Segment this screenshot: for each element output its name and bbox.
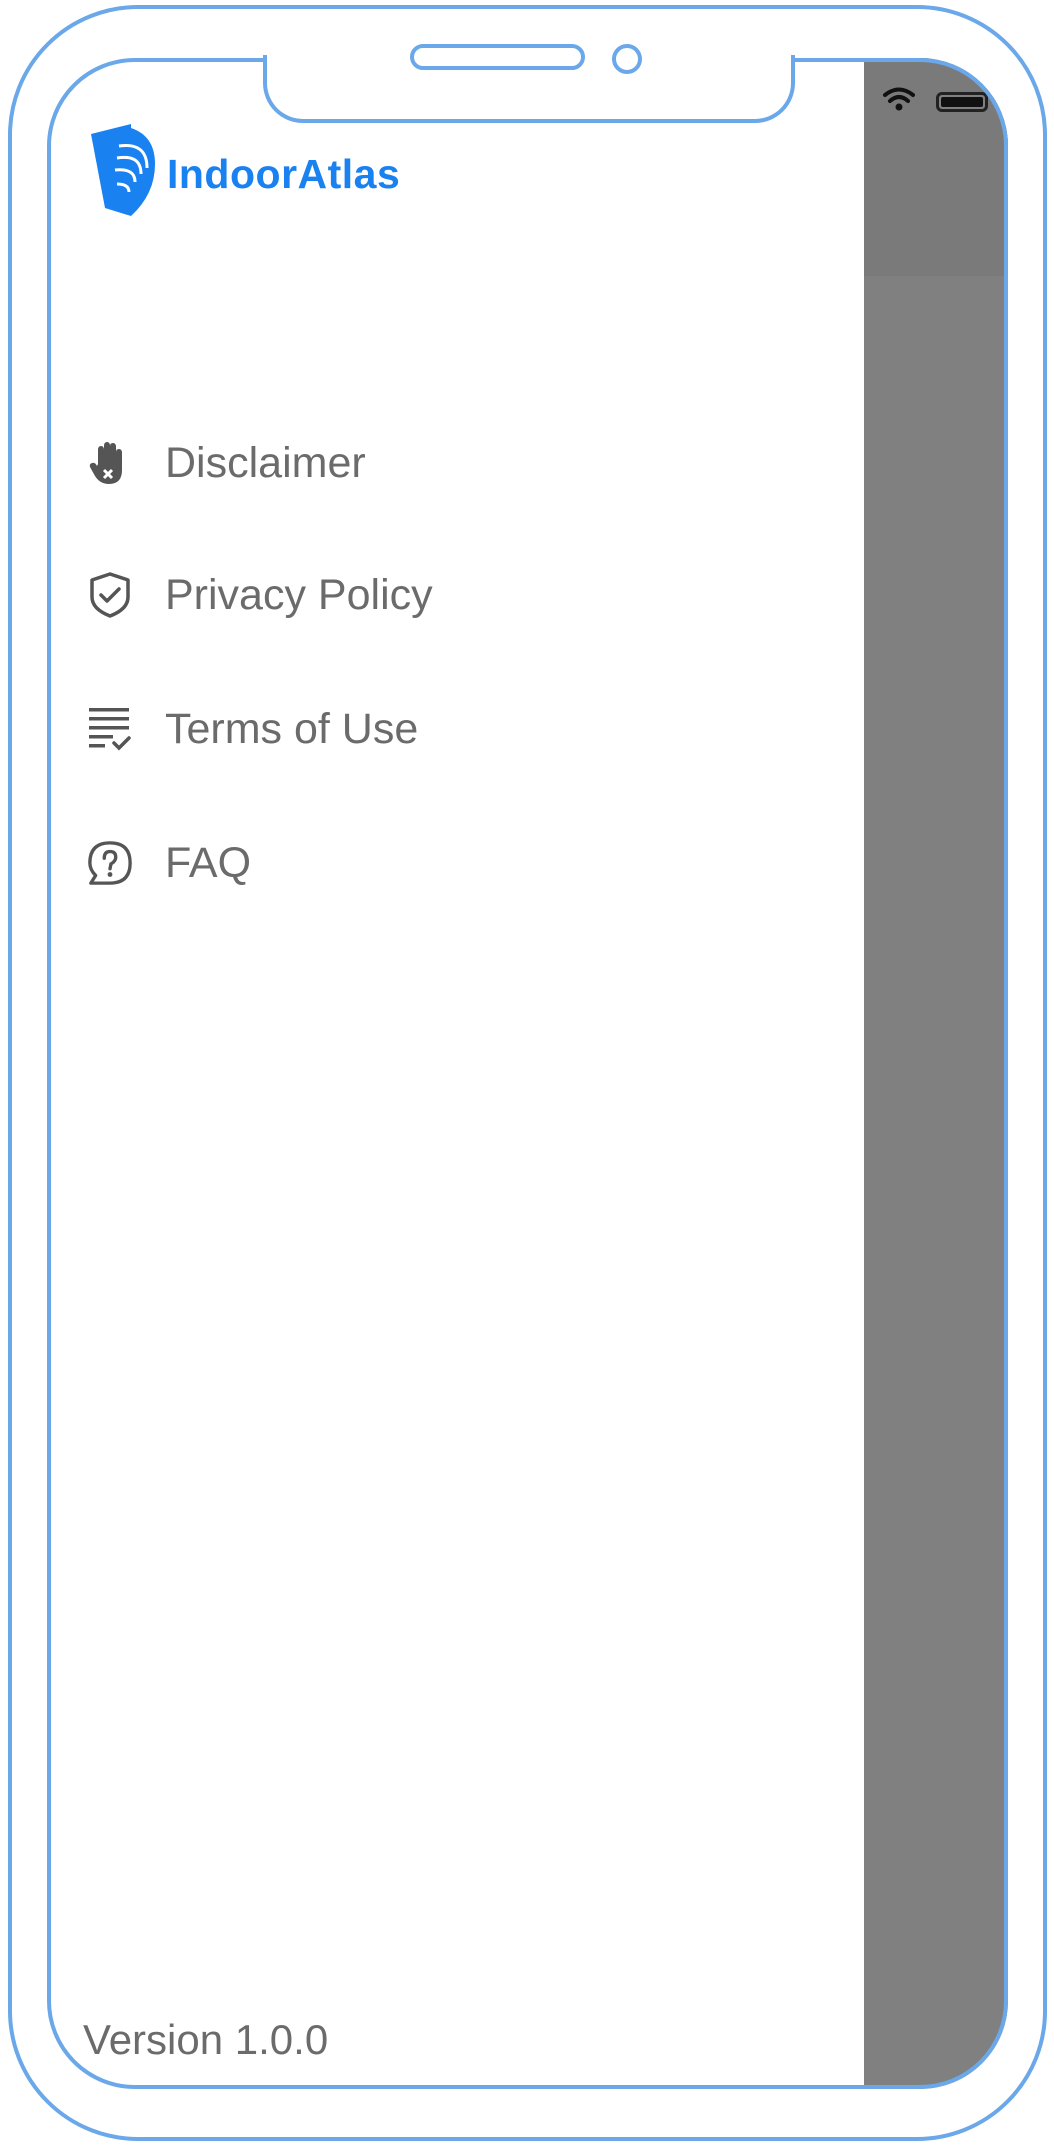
hand-stop-icon <box>87 440 133 486</box>
status-bar-icons <box>882 86 988 117</box>
menu-item-label: Terms of Use <box>165 704 419 753</box>
indooratlas-logo-icon <box>89 124 159 225</box>
brand-logo[interactable]: IndoorAtlas <box>89 124 400 225</box>
phone-screen: IndoorAtlas Disclaimer Privacy Policy Te… <box>47 58 1008 2089</box>
speaker-grille <box>410 44 585 70</box>
app-version: Version 1.0.0 <box>83 2016 329 2063</box>
menu-item-privacy-policy[interactable]: Privacy Policy <box>87 528 433 662</box>
menu-item-disclaimer[interactable]: Disclaimer <box>87 398 433 528</box>
battery-icon <box>936 91 988 112</box>
menu-item-label: Disclaimer <box>165 438 366 487</box>
front-camera <box>612 44 642 74</box>
menu-item-label: Privacy Policy <box>165 570 433 619</box>
wifi-icon <box>882 86 916 117</box>
list-check-icon <box>87 706 133 752</box>
menu-item-label: FAQ <box>165 838 252 887</box>
navigation-drawer: IndoorAtlas Disclaimer Privacy Policy Te… <box>47 58 864 2089</box>
dimmed-content-overlay[interactable] <box>864 58 1008 2089</box>
question-bubble-icon <box>87 840 133 886</box>
shield-check-icon <box>87 572 133 618</box>
brand-name: IndoorAtlas <box>167 151 401 197</box>
menu-item-terms-of-use[interactable]: Terms of Use <box>87 662 433 796</box>
menu-item-faq[interactable]: FAQ <box>87 796 433 930</box>
drawer-menu: Disclaimer Privacy Policy Terms of Use F… <box>87 398 433 930</box>
